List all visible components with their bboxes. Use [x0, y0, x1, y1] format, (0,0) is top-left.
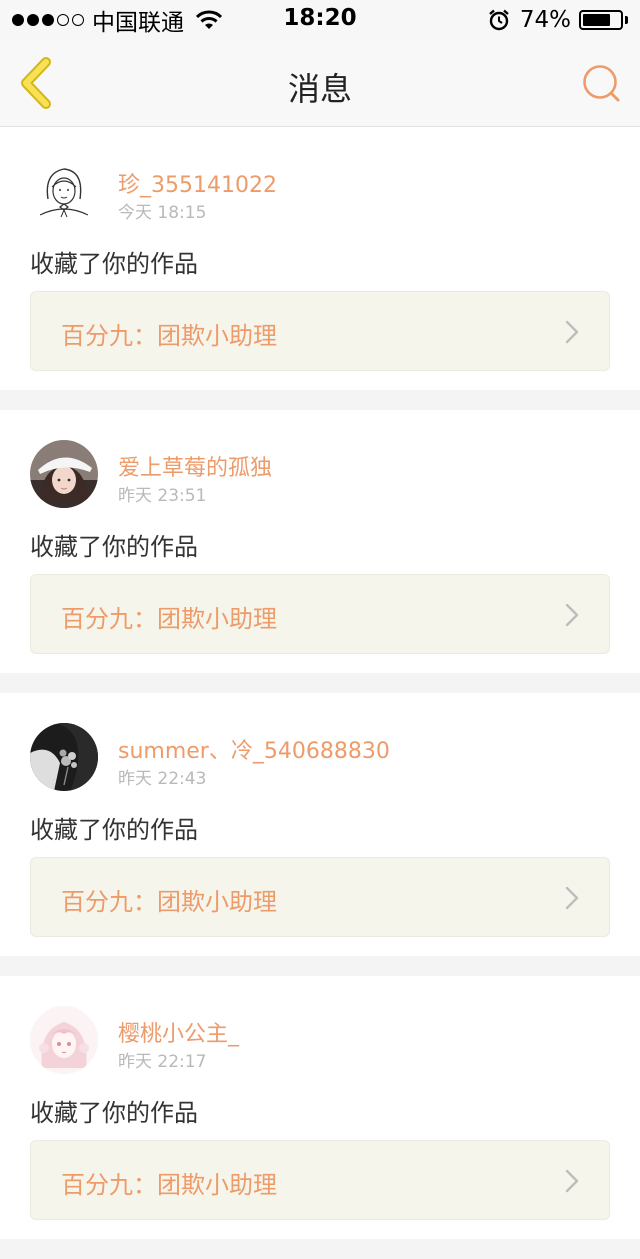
page-title: 消息 — [287, 70, 352, 108]
work-link[interactable]: 百分九：团欺小助理 — [30, 1140, 610, 1220]
battery-level — [583, 14, 610, 26]
battery-icon — [579, 10, 623, 30]
alarm-icon — [489, 9, 509, 31]
notification-list: 珍_355141022 今天 18:15 收藏了你的作品 百分九：团欺小助理 爱… — [0, 127, 640, 1259]
notification-action: 收藏了你的作品 — [30, 1099, 198, 1127]
notification-card: 樱桃小公主_ 昨天 22:17 收藏了你的作品 百分九：团欺小助理 — [0, 976, 640, 1239]
notification-action: 收藏了你的作品 — [30, 816, 198, 844]
chevron-right-icon — [565, 603, 579, 627]
battery-percent: 74% — [519, 7, 571, 33]
pink-anime-girl-avatar — [30, 1006, 98, 1074]
battery-cap — [625, 16, 628, 24]
work-title: 百分九：团欺小助理 — [61, 1171, 277, 1199]
bw-flowers-avatar — [30, 723, 98, 791]
timestamp: 昨天 22:43 — [118, 769, 207, 789]
username[interactable]: 爱上草莓的孤独 — [118, 450, 272, 482]
notification-card: 爱上草莓的孤独 昨天 23:51 收藏了你的作品 百分九：团欺小助理 — [0, 410, 640, 673]
work-title: 百分九：团欺小助理 — [61, 888, 277, 916]
search-icon[interactable] — [580, 62, 622, 104]
timestamp: 今天 18:15 — [118, 203, 207, 223]
work-link[interactable]: 百分九：团欺小助理 — [30, 291, 610, 371]
status-right: 74% — [488, 6, 628, 34]
username[interactable]: summer、冷_540688830 — [118, 733, 390, 765]
chevron-right-icon — [565, 1169, 579, 1193]
work-title: 百分九：团欺小助理 — [61, 322, 277, 350]
timestamp: 昨天 22:17 — [118, 1052, 207, 1072]
work-link[interactable]: 百分九：团欺小助理 — [30, 857, 610, 937]
notification-card: 珍_355141022 今天 18:15 收藏了你的作品 百分九：团欺小助理 — [0, 127, 640, 390]
notification-action: 收藏了你的作品 — [30, 533, 198, 561]
girl-white-cap-avatar — [30, 440, 98, 508]
status-bar: 中国联通 18:20 74% — [0, 0, 640, 40]
sketch-girl-avatar — [30, 157, 98, 225]
avatar[interactable] — [30, 157, 98, 225]
notification-card: summer、冷_540688830 昨天 22:43 收藏了你的作品 百分九：… — [0, 693, 640, 956]
notification-action: 收藏了你的作品 — [30, 250, 198, 278]
avatar[interactable] — [30, 440, 98, 508]
avatar[interactable] — [30, 723, 98, 791]
username[interactable]: 珍_355141022 — [118, 167, 277, 199]
avatar[interactable] — [30, 1006, 98, 1074]
work-link[interactable]: 百分九：团欺小助理 — [30, 574, 610, 654]
nav-bar: 消息 — [0, 40, 640, 127]
chevron-right-icon — [565, 320, 579, 344]
timestamp: 昨天 23:51 — [118, 486, 207, 506]
username[interactable]: 樱桃小公主_ — [118, 1016, 239, 1048]
chevron-right-icon — [565, 886, 579, 910]
work-title: 百分九：团欺小助理 — [61, 605, 277, 633]
